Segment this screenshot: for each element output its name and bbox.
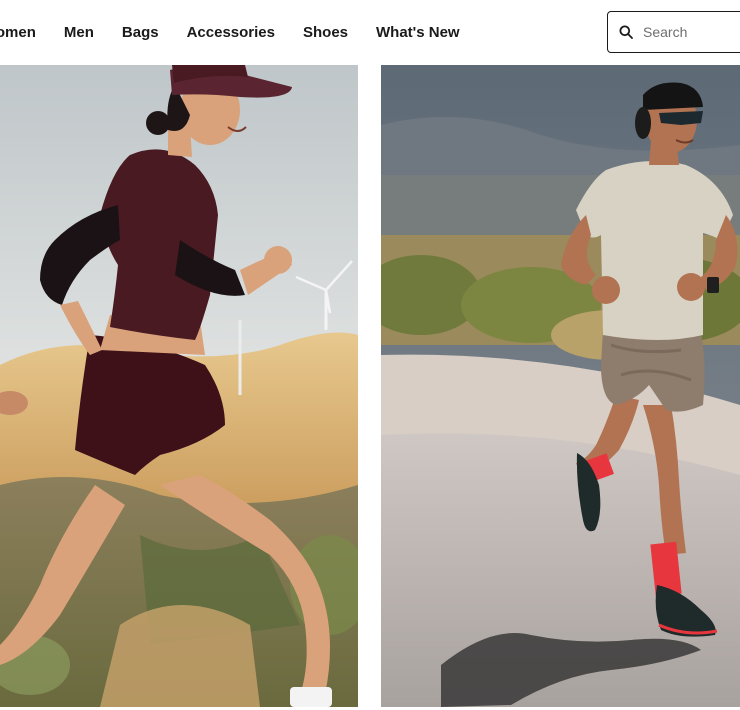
site-header: Women Men Bags Accessories Shoes What's … <box>0 0 740 65</box>
hero-tile-men[interactable] <box>381 65 740 707</box>
hero-tile-women[interactable] <box>0 65 358 707</box>
man-road-running-photo <box>381 65 740 707</box>
search-box[interactable] <box>607 11 740 53</box>
nav-item-women[interactable]: Women <box>0 24 36 41</box>
nav-item-accessories[interactable]: Accessories <box>187 24 275 41</box>
nav-item-bags[interactable]: Bags <box>122 24 159 41</box>
nav-item-men[interactable]: Men <box>64 24 94 41</box>
nav-item-shoes[interactable]: Shoes <box>303 24 348 41</box>
woman-trail-running-photo <box>0 65 358 707</box>
search-input[interactable] <box>643 24 733 40</box>
nav-item-whats-new[interactable]: What's New <box>376 24 460 41</box>
page: Women Men Bags Accessories Shoes What's … <box>0 0 740 710</box>
main-nav: Women Men Bags Accessories Shoes What's … <box>0 0 488 65</box>
search-icon <box>619 25 633 39</box>
